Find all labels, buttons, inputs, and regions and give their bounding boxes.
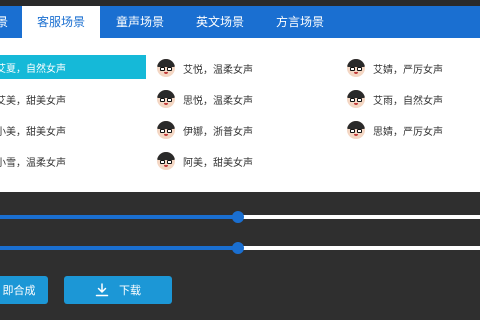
- voice-label: 小雪，温柔女声: [0, 157, 66, 169]
- tab-customer-service[interactable]: 客服场景: [22, 6, 100, 38]
- tab-partial[interactable]: 景: [0, 6, 22, 38]
- voice-item[interactable]: 艾夏，自然女声: [0, 55, 146, 79]
- tab-english[interactable]: 英文场景: [180, 6, 260, 38]
- voice-item[interactable]: 艾婧，严厉女声: [347, 56, 477, 80]
- synthesize-label: 即合成: [2, 284, 36, 297]
- download-button[interactable]: 下载: [64, 276, 172, 304]
- voice-item[interactable]: 思婧，严厉女声: [347, 118, 477, 142]
- voice-list-panel: 艾夏，自然女声 艾美，甜美女声 小美，甜美女声 小雪，温柔女声 艾悦，温柔女声 …: [0, 38, 480, 192]
- avatar-icon: [157, 90, 175, 108]
- voice-item[interactable]: 伊娜，浙普女声: [157, 118, 317, 142]
- slider-thumb[interactable]: [232, 211, 245, 223]
- voice-label: 阿美，甜美女声: [183, 157, 253, 169]
- voice-label: 艾雨，自然女声: [373, 95, 443, 107]
- download-icon: [95, 283, 109, 297]
- voice-item[interactable]: 艾悦，温柔女声: [157, 56, 317, 80]
- voice-label: 小美，甜美女声: [0, 126, 66, 138]
- voice-label: 艾美，甜美女声: [0, 95, 66, 107]
- avatar-icon: [157, 121, 175, 139]
- slider-thumb[interactable]: [232, 242, 245, 254]
- voice-item[interactable]: 艾雨，自然女声: [347, 87, 477, 111]
- avatar-icon: [157, 152, 175, 170]
- slider-fill: [0, 215, 239, 219]
- voice-label: 艾婧，严厉女声: [373, 64, 443, 76]
- speed-slider[interactable]: [0, 242, 480, 254]
- slider-fill: [0, 246, 239, 250]
- tab-dialect[interactable]: 方言场景: [260, 6, 340, 38]
- voice-label: 思婧，严厉女声: [373, 126, 443, 138]
- voice-item[interactable]: 思悦，温柔女声: [157, 87, 317, 111]
- voice-item[interactable]: 小雪，温柔女声: [0, 149, 146, 173]
- tab-children-voice[interactable]: 童声场景: [100, 6, 180, 38]
- voice-label: 艾悦，温柔女声: [183, 64, 253, 76]
- avatar-icon: [347, 59, 365, 77]
- avatar-icon: [157, 59, 175, 77]
- voice-label: 艾夏，自然女声: [0, 63, 66, 75]
- avatar-icon: [347, 121, 365, 139]
- voice-label: 思悦，温柔女声: [183, 95, 253, 107]
- volume-slider[interactable]: [0, 211, 480, 223]
- avatar-icon: [347, 90, 365, 108]
- scene-tab-bar: 景 客服场景 童声场景 英文场景 方言场景: [0, 6, 480, 38]
- voice-item[interactable]: 阿美，甜美女声: [157, 149, 317, 173]
- voice-label: 伊娜，浙普女声: [183, 126, 253, 138]
- voice-item[interactable]: 艾美，甜美女声: [0, 87, 146, 111]
- synthesize-button[interactable]: 即合成: [0, 276, 48, 304]
- voice-item[interactable]: 小美，甜美女声: [0, 118, 146, 142]
- download-label: 下载: [119, 284, 141, 297]
